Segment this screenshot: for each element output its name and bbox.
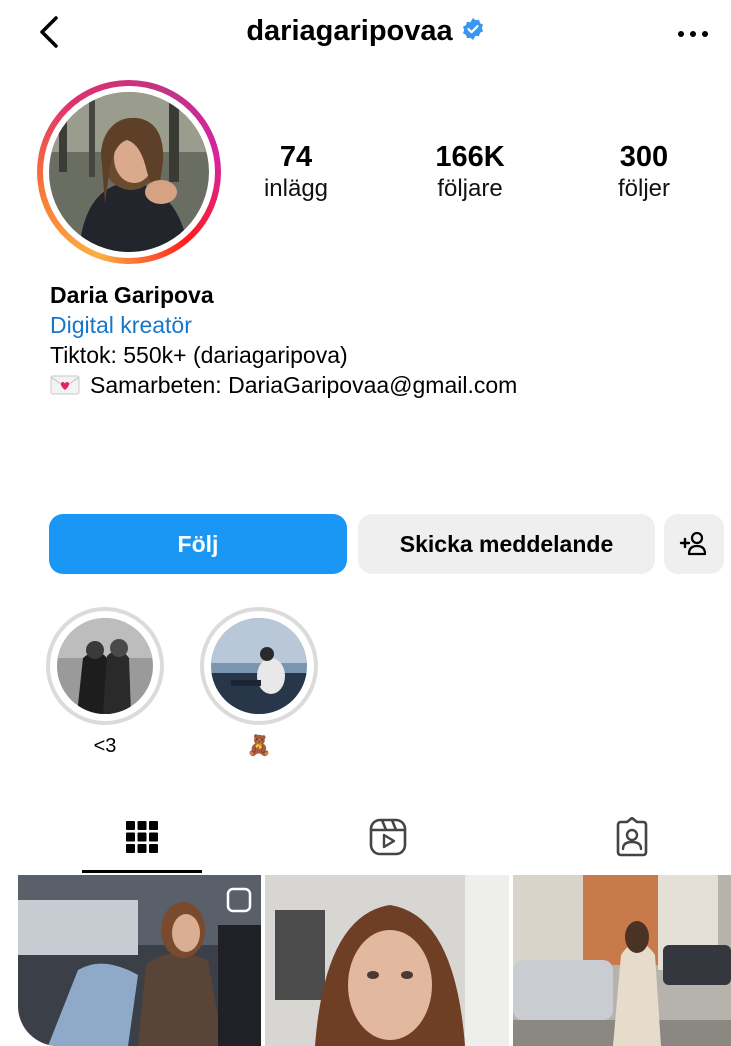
stat-followers[interactable]: 166K följare (400, 140, 540, 204)
stat-posts[interactable]: 74 inlägg (226, 140, 366, 204)
highlight-label: <3 (93, 735, 117, 757)
highlight-item[interactable]: 🧸 (200, 607, 318, 759)
tab-reels[interactable] (266, 800, 509, 874)
add-person-icon (679, 531, 707, 556)
profile-header: dariagaripovaa (0, 0, 731, 70)
post-thumbnail[interactable] (265, 875, 509, 1046)
follow-button[interactable]: Följ (49, 514, 347, 574)
grid-icon (125, 821, 158, 853)
stat-following[interactable]: 300 följer (574, 140, 714, 204)
message-button[interactable]: Skicka meddelande (358, 514, 655, 574)
tagged-icon (616, 817, 647, 857)
contact-email-text[interactable]: Samarbeten: DariaGaripovaa@gmail.com (90, 372, 517, 398)
avatar-photo (49, 92, 209, 252)
active-tab-indicator (82, 870, 202, 873)
more-options-button[interactable] (671, 14, 715, 50)
highlight-item[interactable]: <3 (46, 607, 164, 759)
posts-grid (18, 875, 731, 1046)
avatar (49, 92, 209, 252)
reels-icon (369, 818, 406, 856)
stat-posts-value: 74 (279, 141, 313, 173)
more-horizontal-icon (678, 31, 708, 37)
tab-posts-grid[interactable] (20, 800, 263, 874)
category-label[interactable]: Digital kreatör (50, 310, 517, 340)
stat-following-label: följer (617, 175, 671, 202)
highlight-cover (57, 618, 153, 714)
post-thumbnail[interactable] (18, 875, 261, 1046)
username: dariagaripovaa (246, 14, 453, 47)
highlight-ring (46, 607, 164, 725)
profile-bio: Daria Garipova Digital kreatör Tiktok: 5… (50, 280, 517, 400)
stat-posts-label: inlägg (263, 175, 329, 202)
suggest-people-button[interactable] (664, 514, 724, 574)
verified-badge-icon (462, 18, 483, 41)
bio-line-contact: Samarbeten: DariaGaripovaa@gmail.com (50, 370, 517, 400)
stat-followers-value: 166K (435, 141, 505, 173)
tab-tagged[interactable] (510, 800, 731, 874)
profile-avatar-story-ring[interactable] (37, 80, 221, 264)
bio-line-tiktok: Tiktok: 550k+ (dariagaripova) (50, 342, 348, 368)
stat-followers-label: följare (437, 175, 503, 202)
highlight-cover (211, 618, 307, 714)
stat-following-value: 300 (619, 141, 669, 173)
love-letter-icon (50, 375, 80, 395)
highlight-label: 🧸 (246, 735, 272, 757)
profile-title: dariagaripovaa (0, 14, 731, 48)
highlight-ring (200, 607, 318, 725)
profile-tabs (0, 800, 731, 874)
display-name: Daria Garipova (50, 282, 214, 308)
post-thumbnail[interactable] (513, 875, 731, 1046)
